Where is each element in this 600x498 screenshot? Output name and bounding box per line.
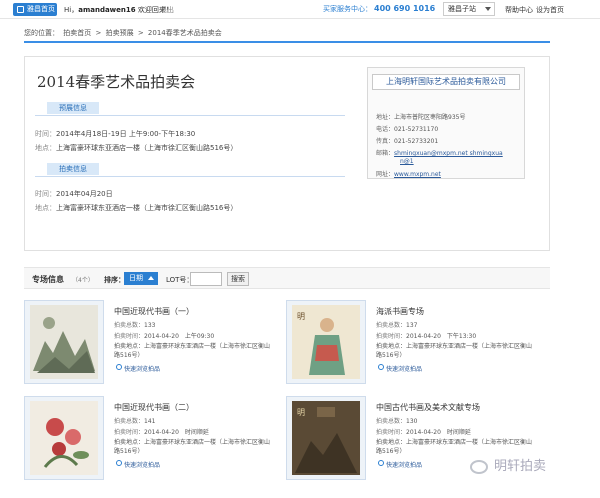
sort-label: 排序： — [104, 276, 125, 284]
help-center-link[interactable]: 帮助中心 — [505, 5, 533, 15]
home-icon — [17, 6, 24, 13]
chevron-down-icon — [485, 7, 491, 11]
session-time: 拍卖时间：2014-04-20 时间顺延 — [114, 429, 209, 436]
auction-info-panel: 2014春季艺术品拍卖会 预展信息 时间：2014年4月18日-19日 上午9:… — [24, 56, 550, 251]
quick-browse-link[interactable]: 快速浏览拍品 — [378, 460, 422, 469]
session-thumbnail[interactable] — [24, 396, 104, 480]
company-fax: 传真：021-52733201 — [376, 138, 439, 145]
lot-input[interactable] — [190, 272, 222, 286]
sale-place: 地点：上海富豪环球东亚酒店一楼（上海市徐汇区衡山路516号） — [35, 204, 238, 212]
preview-time: 时间：2014年4月18日-19日 上午9:00-下午18:30 — [35, 130, 196, 138]
breadcrumb-item-auction-home[interactable]: 拍卖首页 — [63, 29, 91, 37]
preview-place: 地点：上海富豪环球东亚酒店一楼（上海市徐汇区衡山路516号） — [35, 144, 238, 152]
session-total: 拍卖总数：130 — [376, 418, 418, 425]
buyer-service: 买家服务中心： 400 690 1016 — [323, 4, 436, 13]
sale-time: 时间：2014年04月20日 — [35, 190, 113, 198]
watermark: 明轩拍卖 — [470, 455, 546, 474]
email-link[interactable]: shmingxuan@mxpm.net shmingxua — [394, 150, 503, 157]
session-total: 拍卖总数：137 — [376, 322, 418, 329]
breadcrumb: 您的位置： 拍卖首页 > 拍卖预展 > 2014春季艺术品拍卖会 — [24, 29, 222, 37]
site-select[interactable]: 雅昌子站 — [443, 2, 495, 16]
preview-info-tag: 预展信息 — [47, 102, 99, 114]
logout-link[interactable]: 退出 — [160, 5, 174, 15]
ancient-painting-icon: 明 — [292, 401, 360, 475]
session-title[interactable]: 中国古代书画及美术文献专场 — [376, 402, 480, 413]
set-home-link[interactable]: 设为首页 — [536, 5, 564, 15]
session-address: 拍卖地点：上海富豪环球东亚酒店一楼（上海市徐汇区衡山路516号） — [376, 439, 533, 455]
company-web: 网址：www.mxpm.net — [376, 171, 441, 178]
session-time: 拍卖时间：2014-04-20 下午13:30 — [376, 333, 477, 340]
sort-date-button[interactable]: 日期 — [124, 272, 158, 285]
svg-text:明: 明 — [297, 312, 305, 321]
session-card[interactable]: 中国近现代书画（二） 拍卖总数：141 拍卖时间：2014-04-20 时间顺延… — [24, 396, 274, 480]
special-sessions-bar: 专场信息 （4个） 排序： 日期 LOT号： 搜索 — [24, 267, 550, 289]
service-phone: 400 690 1016 — [374, 4, 436, 13]
session-card[interactable]: 明 海派书画专场 拍卖总数：137 拍卖时间：2014-04-20 下午13:3… — [286, 300, 536, 384]
username: amandawen16 — [78, 6, 136, 14]
session-address: 拍卖地点：上海富豪环球东亚酒店一楼（上海市徐汇区衡山路516号） — [114, 439, 271, 455]
breadcrumb-item-preview[interactable]: 拍卖预展 — [106, 29, 134, 37]
session-title[interactable]: 中国近现代书画（二） — [114, 402, 194, 413]
home-label: 雅昌首页 — [27, 5, 55, 13]
landscape-painting-icon — [30, 305, 98, 379]
website-link[interactable]: www.mxpm.net — [394, 171, 441, 178]
session-title[interactable]: 中国近现代书画（一） — [114, 306, 194, 317]
breadcrumb-item-current: 2014春季艺术品拍卖会 — [147, 29, 222, 37]
session-card[interactable]: 中国近现代书画（一） 拍卖总数：133 拍卖时间：2014-04-20 上午09… — [24, 300, 274, 384]
search-icon — [116, 460, 122, 466]
search-icon — [116, 364, 122, 370]
welcome-text: Hi，amandawen16 欢迎回来！ — [64, 6, 173, 14]
company-email: 邮箱：shmingxuan@mxpm.net shmingxua — [376, 150, 503, 157]
sale-divider — [35, 176, 345, 177]
session-title[interactable]: 海派书画专场 — [376, 306, 424, 317]
top-bar: 雅昌首页 Hi，amandawen16 欢迎回来！ 退出 买家服务中心： 400 … — [0, 0, 600, 19]
flower-painting-icon — [30, 401, 98, 475]
search-icon — [378, 364, 384, 370]
home-button[interactable]: 雅昌首页 — [13, 3, 57, 16]
svg-text:明: 明 — [297, 408, 305, 417]
breadcrumb-divider — [24, 41, 550, 43]
session-thumbnail[interactable]: 明 — [286, 396, 366, 480]
auction-title: 2014春季艺术品拍卖会 — [37, 73, 196, 91]
company-phone: 电话：021-52731170 — [376, 126, 439, 133]
company-name[interactable]: 上海明轩国际艺术品拍卖有限公司 — [372, 74, 520, 90]
search-button[interactable]: 搜索 — [227, 272, 249, 286]
preview-divider — [35, 115, 345, 116]
arrow-up-icon — [148, 276, 154, 280]
company-box: 上海明轩国际艺术品拍卖有限公司 地址：上海市普陀区枣阳路935号 电话：021-… — [367, 67, 525, 179]
session-total: 拍卖总数：141 — [114, 418, 156, 425]
session-thumbnail[interactable] — [24, 300, 104, 384]
sale-info-tag: 拍卖信息 — [47, 163, 99, 175]
special-count: （4个） — [72, 277, 94, 284]
quick-browse-link[interactable]: 快速浏览拍品 — [116, 460, 160, 469]
special-title: 专场信息 — [32, 275, 64, 284]
company-email-cont: n@1 — [400, 158, 414, 165]
session-total: 拍卖总数：133 — [114, 322, 156, 329]
wechat-icon — [470, 459, 488, 474]
session-address: 拍卖地点：上海富豪环球东亚酒店一楼（上海市徐汇区衡山路516号） — [114, 343, 271, 359]
session-time: 拍卖时间：2014-04-20 上午09:30 — [114, 333, 215, 340]
company-address: 地址：上海市普陀区枣阳路935号 — [376, 114, 466, 121]
quick-browse-link[interactable]: 快速浏览拍品 — [116, 364, 160, 373]
search-icon — [378, 460, 384, 466]
session-thumbnail[interactable]: 明 — [286, 300, 366, 384]
session-time: 拍卖时间：2014-04-20 时间顺延 — [376, 429, 471, 436]
figure-painting-icon: 明 — [292, 305, 360, 379]
quick-browse-link[interactable]: 快速浏览拍品 — [378, 364, 422, 373]
session-address: 拍卖地点：上海富豪环球东亚酒店一楼（上海市徐汇区衡山路516号） — [376, 343, 533, 359]
